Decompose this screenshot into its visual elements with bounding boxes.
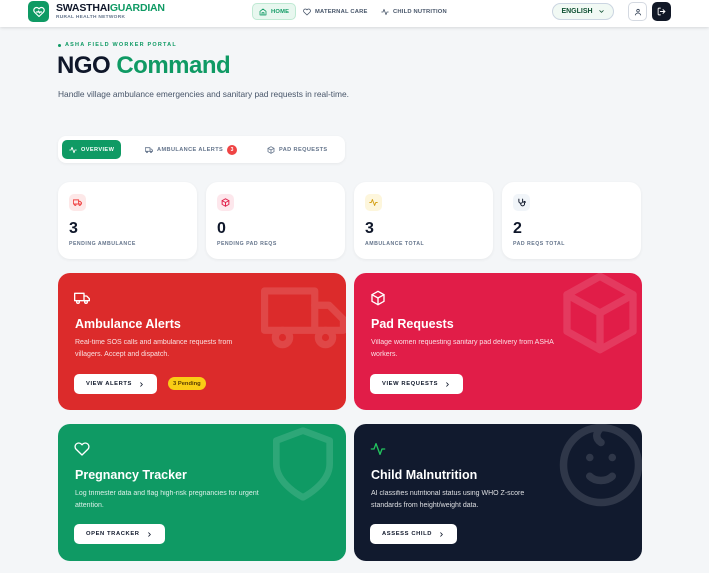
nav-child-nutrition-label: CHILD NUTRITION [393,8,447,15]
eyebrow-dot [58,43,61,47]
brand-subtitle: RURAL HEALTH NETWORK [56,14,126,20]
brand-name-part2: GUARDIAN [109,2,165,14]
card-description: Real-time SOS calls and ambulance reques… [75,339,233,358]
ambulance-alerts-count-badge: 3 [227,144,238,155]
chevron-right-icon [440,531,443,537]
page-title-part1: NGO [57,52,111,79]
ambulance-alerts-card[interactable]: Ambulance Alerts Real-time SOS calls and… [58,273,346,410]
brand-title: SWASTHAIGUARDIAN [56,3,165,14]
baby-face-watermark-icon [559,424,642,507]
stat-icon-box [513,194,530,211]
card-title: Pregnancy Tracker [75,468,187,482]
view-alerts-label: VIEW ALERTS [86,381,132,387]
logout-button[interactable] [652,2,671,21]
heart-icon [303,8,311,15]
page-title-part2: Command [116,52,231,79]
package-icon [267,145,275,154]
shield-watermark-icon [273,427,333,501]
card-description: Village women requesting sanitary pad de… [371,339,554,358]
tab-pad-requests[interactable]: PAD REQUESTS [260,140,335,159]
language-select[interactable]: ENGLISH [552,3,614,20]
assess-child-label: ASSESS CHILD [382,531,433,537]
open-tracker-button[interactable]: OPEN TRACKER [74,524,165,544]
stat-value: 2 [513,220,522,237]
truck-icon [145,146,153,153]
chevron-down-icon [598,10,604,13]
top-header: SWASTHAIGUARDIAN RURAL HEALTH NETWORK HO… [0,0,709,27]
truck-watermark-icon [261,287,346,349]
page-subtitle: Handle village ambulance emergencies and… [58,89,349,99]
stat-card-pending-pad-reqs: 0 PENDING PAD REQS [206,182,345,259]
portal-eyebrow: ASHA FIELD WORKER PORTAL [58,42,177,48]
stat-card-pending-ambulance: 3 PENDING AMBULANCE [58,182,197,259]
package-watermark-icon [563,273,637,354]
stat-label: PENDING AMBULANCE [69,241,136,247]
tab-ambulance-alerts[interactable]: AMBULANCE ALERTS 3 [138,140,244,159]
open-tracker-label: OPEN TRACKER [86,531,140,537]
card-title: Pad Requests [371,317,454,331]
stat-value: 3 [69,220,78,237]
activity-icon [69,146,77,153]
profile-button[interactable] [628,2,647,21]
activity-icon [369,199,378,206]
stat-value: 0 [217,220,226,237]
activity-icon [370,443,386,455]
card-description: Log trimester data and flag high-risk pr… [75,490,259,509]
stat-value: 3 [365,220,374,237]
language-label: ENGLISH [561,8,593,15]
user-icon [634,8,641,15]
logo-heart-icon[interactable] [28,1,49,22]
tab-ambulance-alerts-label: AMBULANCE ALERTS [157,146,224,153]
tab-pad-requests-label: PAD REQUESTS [279,146,328,153]
eyebrow-text: ASHA FIELD WORKER PORTAL [65,42,177,48]
truck-icon [73,199,82,206]
activity-icon [381,8,389,15]
brand-name-part1: SWASTHAI [56,2,110,14]
package-icon [221,198,230,207]
stethoscope-icon [518,198,526,207]
heart-icon [74,442,90,456]
stat-card-ambulance-total: 3 AMBULANCE TOTAL [354,182,493,259]
card-title: Child Malnutrition [371,468,478,482]
stat-label: PENDING PAD REQS [217,241,277,247]
home-icon [259,8,267,15]
page-title: NGO Command [57,52,231,80]
tab-overview-label: OVERVIEW [81,146,115,153]
logout-icon [657,7,666,16]
assess-child-button[interactable]: ASSESS CHILD [370,524,458,544]
tab-bar: OVERVIEW AMBULANCE ALERTS 3 PAD REQUESTS [58,136,345,163]
stat-icon-box [69,194,86,211]
stat-card-pad-reqs-total: 2 PAD REQS TOTAL [502,182,641,259]
view-requests-label: VIEW REQUESTS [382,381,439,387]
brand: SWASTHAIGUARDIAN RURAL HEALTH NETWORK [56,3,165,20]
pending-count-badge: 3 Pending [168,377,206,390]
stat-icon-box [217,194,234,211]
card-title: Ambulance Alerts [75,317,181,331]
nav-maternal-care[interactable]: MATERNAL CARE [297,3,374,20]
truck-icon [74,292,90,304]
pad-requests-card[interactable]: Pad Requests Village women requesting sa… [354,273,642,410]
stat-label: PAD REQS TOTAL [513,241,565,247]
nav-maternal-care-label: MATERNAL CARE [315,8,368,15]
chevron-right-icon [140,381,143,387]
stat-icon-box [365,194,382,211]
package-icon [371,290,385,306]
chevron-right-icon [446,381,449,387]
chevron-right-icon [147,531,151,537]
tab-overview[interactable]: OVERVIEW [62,140,122,159]
pregnancy-tracker-card[interactable]: Pregnancy Tracker Log trimester data and… [58,424,346,561]
nav-home[interactable]: HOME [252,3,297,20]
nav-home-label: HOME [271,8,290,15]
nav-child-nutrition[interactable]: CHILD NUTRITION [375,3,453,20]
child-malnutrition-card[interactable]: Child Malnutrition AI classifies nutriti… [354,424,642,561]
view-alerts-button[interactable]: VIEW ALERTS [74,374,157,394]
view-requests-button[interactable]: VIEW REQUESTS [370,374,464,394]
card-description: AI classifies nutritional status using W… [371,490,525,509]
stat-label: AMBULANCE TOTAL [365,241,425,247]
